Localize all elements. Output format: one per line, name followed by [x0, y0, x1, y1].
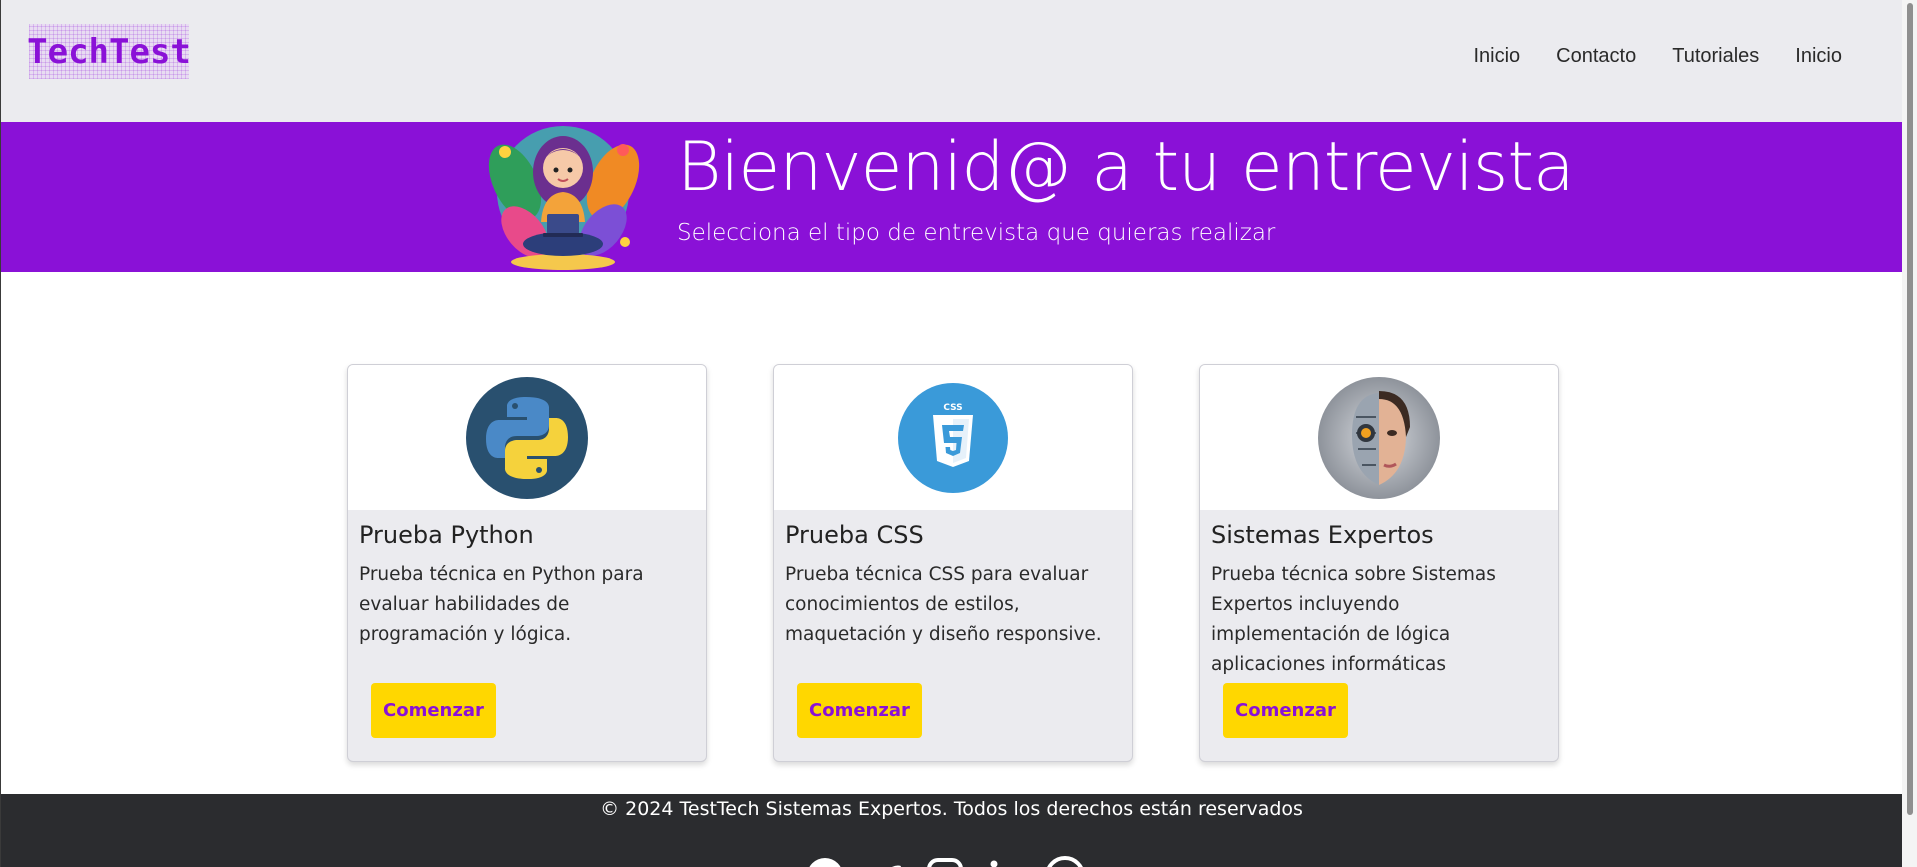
nav-links: Inicio Contacto Tutoriales Inicio: [1455, 45, 1860, 68]
card-image-area: [1200, 365, 1558, 510]
twitter-icon[interactable]: [865, 856, 905, 867]
nav-link-inicio[interactable]: Inicio: [1455, 45, 1538, 68]
page: TechTest Inicio Contacto Tutoriales Inic…: [0, 0, 1917, 867]
python-logo-icon: [466, 376, 588, 499]
techtest-logo[interactable]: TechTest: [27, 24, 191, 79]
footer: © 2024 TestTech Sistemas Expertos. Todos…: [1, 794, 1902, 867]
card-python: Prueba Python Prueba técnica en Python p…: [347, 364, 707, 762]
logo-text: TechTest: [27, 31, 191, 72]
cyborg-face-icon: [1318, 376, 1440, 499]
scrollbar-thumb[interactable]: [1907, 3, 1913, 815]
card-title: Prueba CSS: [785, 521, 924, 549]
hero-subtitle: Selecciona el tipo de entrevista que qui…: [677, 220, 1276, 246]
hero-banner: Bienvenid@ a tu entrevista Selecciona el…: [1, 122, 1902, 272]
svg-text:CSS: CSS: [943, 403, 962, 413]
card-body: Prueba Python Prueba técnica en Python p…: [348, 510, 706, 652]
start-python-button[interactable]: Comenzar: [371, 683, 496, 738]
card-description: Prueba técnica CSS para evaluar conocimi…: [785, 564, 1102, 645]
card-title: Prueba Python: [359, 521, 534, 549]
card-image-area: CSS: [774, 365, 1132, 510]
navbar: TechTest Inicio Contacto Tutoriales Inic…: [1, 0, 1902, 122]
instagram-icon[interactable]: [925, 856, 965, 867]
card-body: Prueba CSS Prueba técnica CSS para evalu…: [774, 510, 1132, 652]
linkedin-icon[interactable]: [985, 856, 1025, 867]
card-css: CSS Prueba CSS Prueba técnica CSS para e…: [773, 364, 1133, 762]
start-expert-systems-button[interactable]: Comenzar: [1223, 683, 1348, 738]
start-css-button[interactable]: Comenzar: [797, 683, 922, 738]
nav-link-tutoriales[interactable]: Tutoriales: [1654, 45, 1777, 68]
card-title: Sistemas Expertos: [1211, 521, 1434, 549]
card-description: Prueba técnica en Python para evaluar ha…: [359, 564, 644, 645]
social-links: [805, 856, 1085, 867]
github-icon[interactable]: [805, 856, 845, 867]
pinterest-icon[interactable]: [1045, 856, 1085, 867]
interview-cards: Prueba Python Prueba técnica en Python p…: [347, 364, 1559, 762]
copyright-text: © 2024 TestTech Sistemas Expertos. Todos…: [600, 798, 1303, 820]
nav-link-inicio-2[interactable]: Inicio: [1777, 45, 1860, 68]
card-expert-systems: Sistemas Expertos Prueba técnica sobre S…: [1199, 364, 1559, 762]
hero-title: Bienvenid@ a tu entrevista: [677, 128, 1575, 207]
card-description: Prueba técnica sobre Sistemas Expertos i…: [1211, 564, 1496, 675]
css3-logo-icon: CSS: [898, 382, 1008, 493]
card-image-area: [348, 365, 706, 510]
girl-with-laptop-illustration: [488, 126, 640, 270]
vertical-scrollbar[interactable]: [1902, 0, 1917, 867]
card-body: Sistemas Expertos Prueba técnica sobre S…: [1200, 510, 1558, 675]
nav-link-contacto[interactable]: Contacto: [1538, 45, 1654, 68]
